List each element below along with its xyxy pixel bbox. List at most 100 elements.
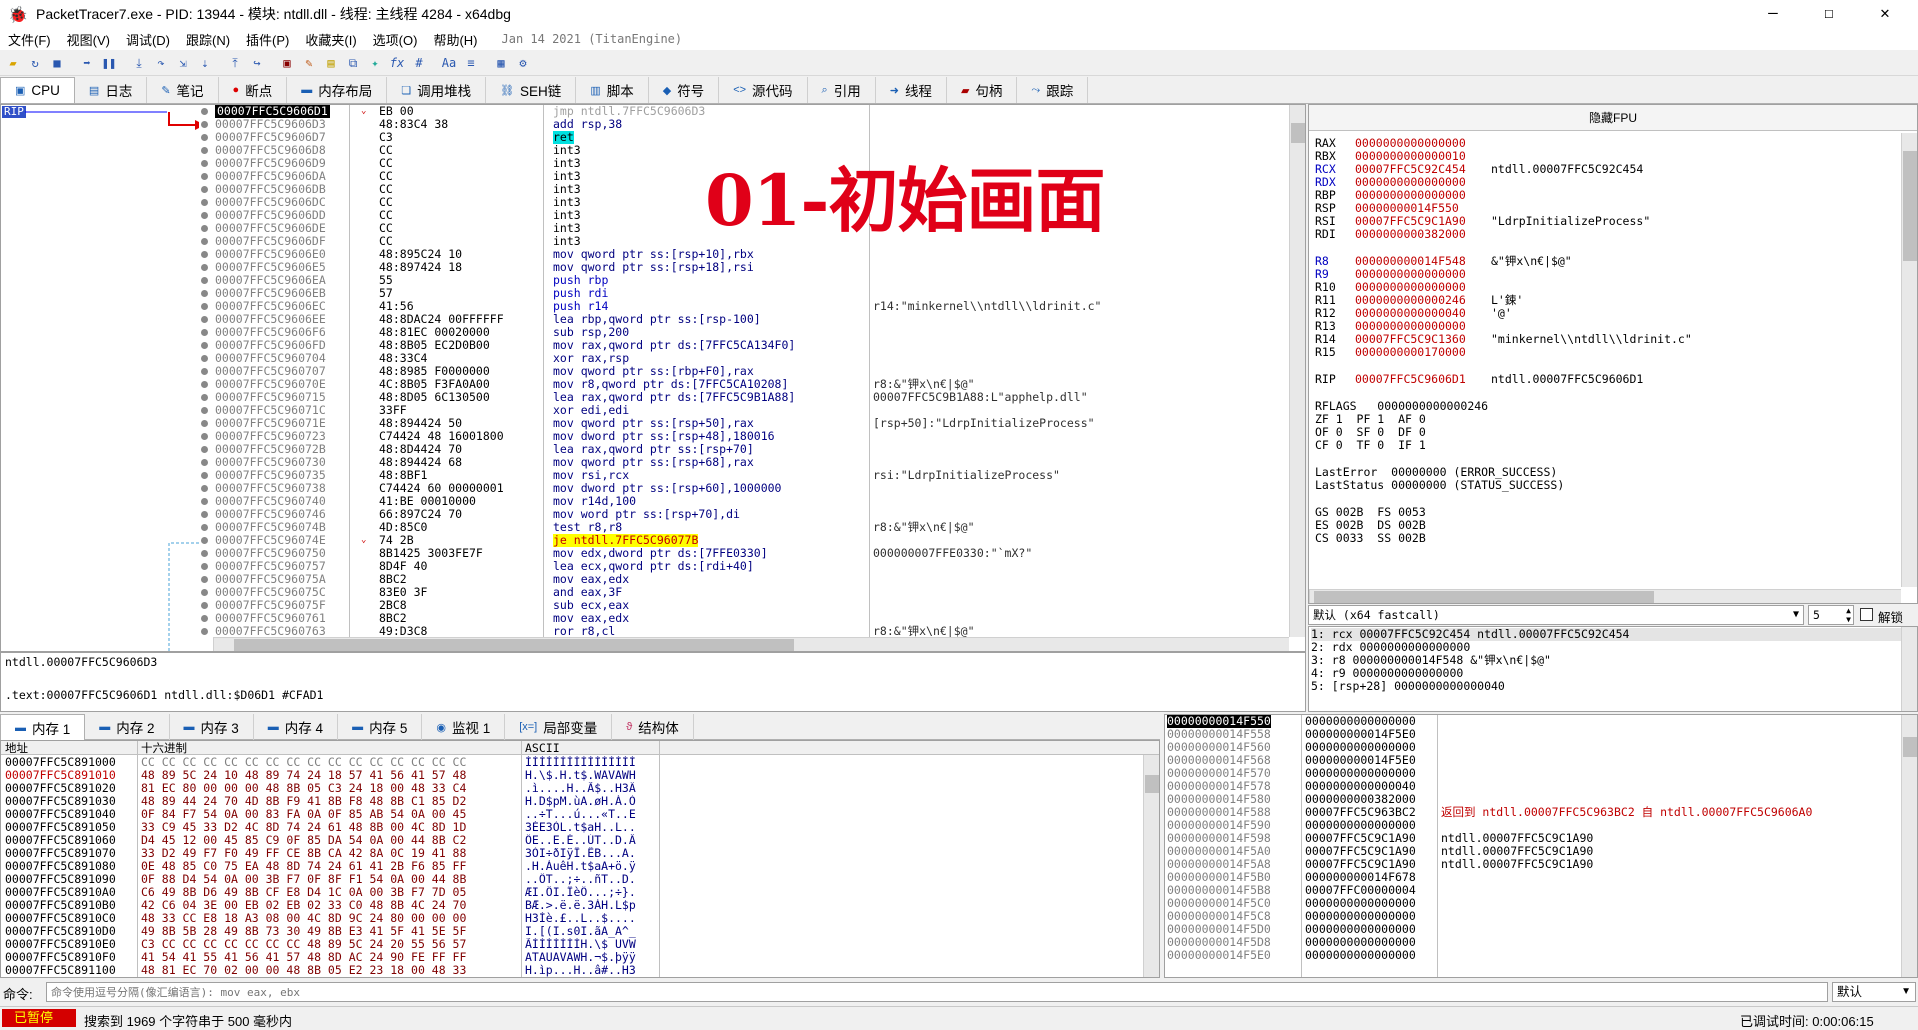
font-icon[interactable]: Aa [440, 54, 458, 72]
stack-row[interactable]: 00000000014F590 0000000000000000 [1165, 819, 1901, 832]
register-row[interactable]: R12 0000000000000040 '@' [1315, 307, 1895, 320]
flags-row[interactable]: ZF 1 PF 1 AF 0 [1315, 413, 1895, 426]
breakpoint-dot[interactable] [201, 199, 208, 206]
dump-row[interactable]: 00007FFC5C8910C0 48 33 CC E8 18 A3 08 00 … [1, 912, 1141, 925]
breakpoint-dot[interactable] [201, 186, 208, 193]
menu-favourites[interactable]: 收藏夹(I) [297, 30, 364, 49]
stack-row[interactable]: 00000000014F558 000000000014F5E0 [1165, 728, 1901, 741]
dump-row[interactable]: 00007FFC5C891050 33 C9 45 33 D2 4C 8D 74 … [1, 821, 1141, 834]
register-row[interactable]: RSI 00007FFC5C9C1A90 "LdrpInitializeProces… [1315, 215, 1895, 228]
breakpoint-dot[interactable] [201, 420, 208, 427]
disasm-row[interactable]: 00007FFC5C9606EC 41:56 push r14 r14:"minker… [213, 300, 1291, 313]
tab-dump-2[interactable]: ▬ 内存 2 [85, 714, 170, 740]
breakpoint-dot[interactable] [201, 446, 208, 453]
tab-script[interactable]: ▥ 脚本 [576, 77, 649, 103]
breakpoint-column[interactable] [199, 105, 211, 651]
register-row[interactable]: RDI 0000000000382000 [1315, 228, 1895, 241]
disasm-row[interactable]: 00007FFC5C960735 48:8BF1 mov rsi,rcx rsi:"L… [213, 469, 1291, 482]
breakpoint-dot[interactable] [201, 563, 208, 570]
breakpoint-dot[interactable] [201, 290, 208, 297]
menu-debug[interactable]: 调试(D) [118, 30, 178, 49]
register-row[interactable]: R8 000000000014F548 &"钾x\n€|$@" [1315, 255, 1895, 268]
stop-icon[interactable]: ■ [48, 54, 66, 72]
breakpoint-dot[interactable] [201, 108, 208, 115]
disasm-row[interactable]: 00007FFC5C9606EB 57 push rdi [213, 287, 1291, 300]
tab-log[interactable]: ▤ 日志 [75, 77, 148, 103]
stack-row[interactable]: 00000000014F5C0 0000000000000000 [1165, 897, 1901, 910]
tab-source[interactable]: <> 源代码 [719, 77, 808, 103]
breakpoint-dot[interactable] [201, 576, 208, 583]
dump-row[interactable]: 00007FFC5C8910D0 49 8B 5B 28 49 8B 73 30 … [1, 925, 1141, 938]
tab-watch-1[interactable]: ◉ 监视 1 [422, 714, 506, 740]
dump-row[interactable]: 00007FFC5C891010 48 89 5C 24 10 48 89 74 … [1, 769, 1141, 782]
breakpoint-dot[interactable] [201, 303, 208, 310]
bookmark-icon[interactable]: ✦ [366, 54, 384, 72]
menu-file[interactable]: 文件(F) [0, 30, 59, 49]
stack-row[interactable]: 00000000014F560 0000000000000000 [1165, 741, 1901, 754]
tab-seh[interactable]: ⛓ SEH链 [486, 77, 577, 103]
tab-notes[interactable]: ✎ 笔记 [147, 77, 219, 103]
disasm-row[interactable]: 00007FFC5C9606D3 48:83C4 38 add rsp,38 [213, 118, 1291, 131]
breakpoint-dot[interactable] [201, 498, 208, 505]
stack-row[interactable]: 00000000014F550 0000000000000000 [1165, 715, 1901, 728]
disasm-row[interactable]: 00007FFC5C960757 8D4F 40 lea ecx,qword ptr… [213, 560, 1291, 573]
dump-row[interactable]: 00007FFC5C8910A0 C6 49 8B D6 49 8B CF E8 … [1, 886, 1141, 899]
patch-icon[interactable]: ✎ [300, 54, 318, 72]
flags-row[interactable]: CF 0 TF 0 IF 1 [1315, 439, 1895, 452]
maximize-button[interactable]: ☐ [1802, 0, 1856, 28]
menu-plugins[interactable]: 插件(P) [238, 30, 297, 49]
disasm-row[interactable]: 00007FFC5C960715 48:8D05 6C130500 lea rax,… [213, 391, 1291, 404]
callconv-select[interactable]: 默认 (x64 fastcall) ▼ [1308, 605, 1804, 625]
flags-row[interactable]: RFLAGS 0000000000000246 [1315, 400, 1895, 413]
segment-row[interactable]: CS 0033 SS 002B [1315, 532, 1895, 545]
disasm-row[interactable]: 00007FFC5C9606D1 EB 00 jmp ntdll.7FFC5C960… [213, 105, 1291, 118]
stack-row[interactable]: 00000000014F578 0000000000000040 [1165, 780, 1901, 793]
tab-threads[interactable]: ➜ 线程 [876, 77, 947, 103]
disasm-row[interactable]: 00007FFC5C960761 8BC2 mov eax,edx [213, 612, 1291, 625]
hide-fpu-button[interactable]: 隐藏FPU [1309, 105, 1917, 131]
registers-vscrollbar[interactable] [1901, 133, 1917, 587]
stack-row[interactable]: 00000000014F5D0 0000000000000000 [1165, 923, 1901, 936]
dump-row[interactable]: 00007FFC5C891080 0E 48 85 C0 75 EA 48 8D … [1, 860, 1141, 873]
label-icon[interactable]: ⧉ [344, 54, 362, 72]
breakpoint-dot[interactable] [201, 173, 208, 180]
disasm-row[interactable]: 00007FFC5C96071E 48:894424 50 mov qword pt… [213, 417, 1291, 430]
arg-row[interactable]: 4: r9 0000000000000000 [1311, 667, 1917, 680]
settings-icon[interactable]: ⚙ [514, 54, 532, 72]
tab-references[interactable]: ⌕ 引用 [808, 77, 876, 103]
run-to-return-icon[interactable]: ⤒ [226, 54, 244, 72]
disasm-row[interactable]: 00007FFC5C960707 48:8985 F0000000 mov qwor… [213, 365, 1291, 378]
trace-over-icon[interactable]: ⇣ [196, 54, 214, 72]
breakpoint-dot[interactable] [201, 550, 208, 557]
stack-row[interactable]: 00000000014F588 00007FFC5C963BC2 返回到 ntdll… [1165, 806, 1901, 819]
args-vscrollbar[interactable] [1901, 627, 1917, 711]
breakpoint-dot[interactable] [201, 238, 208, 245]
comment-icon[interactable]: ▤ [322, 54, 340, 72]
restart-icon[interactable]: ↻ [26, 54, 44, 72]
command-input[interactable] [46, 982, 1828, 1002]
tab-cpu[interactable]: ▣ CPU [0, 77, 75, 103]
breakpoint-dot[interactable] [201, 134, 208, 141]
breakpoint-dot[interactable] [201, 394, 208, 401]
disasm-vscrollbar[interactable] [1289, 105, 1305, 637]
dump-row[interactable]: 00007FFC5C891090 0F 88 D4 54 0A 00 3B F7 … [1, 873, 1141, 886]
register-row[interactable]: RDX 0000000000000000 [1315, 176, 1895, 189]
breakpoint-dot[interactable] [201, 160, 208, 167]
breakpoint-dot[interactable] [201, 277, 208, 284]
register-row[interactable]: RAX 0000000000000000 [1315, 137, 1895, 150]
disasm-row[interactable]: 00007FFC5C96074E 74 2B je ntdll.7FFC5C9607… [213, 534, 1291, 547]
hash-icon[interactable]: # [410, 54, 428, 72]
disasm-row[interactable]: 00007FFC5C96075A 8BC2 mov eax,edx [213, 573, 1291, 586]
trace-into-icon[interactable]: ⇲ [174, 54, 192, 72]
breakpoint-dot[interactable] [201, 407, 208, 414]
disasm-row[interactable]: 00007FFC5C96070E 4C:8B05 F3FA0A00 mov r8,q… [213, 378, 1291, 391]
disasm-row[interactable]: 00007FFC5C960746 66:897C24 70 mov word ptr… [213, 508, 1291, 521]
step-over-icon[interactable]: ↷ [152, 54, 170, 72]
menu-options[interactable]: 选项(O) [365, 30, 426, 49]
breakpoint-dot[interactable] [201, 459, 208, 466]
stack-row[interactable]: 00000000014F5D8 0000000000000000 [1165, 936, 1901, 949]
breakpoint-dot[interactable] [201, 537, 208, 544]
breakpoint-dot[interactable] [201, 485, 208, 492]
run-icon[interactable]: ➡ [78, 54, 96, 72]
disasm-row[interactable]: 00007FFC5C9606EE 48:8DAC24 00FFFFFF lea rb… [213, 313, 1291, 326]
